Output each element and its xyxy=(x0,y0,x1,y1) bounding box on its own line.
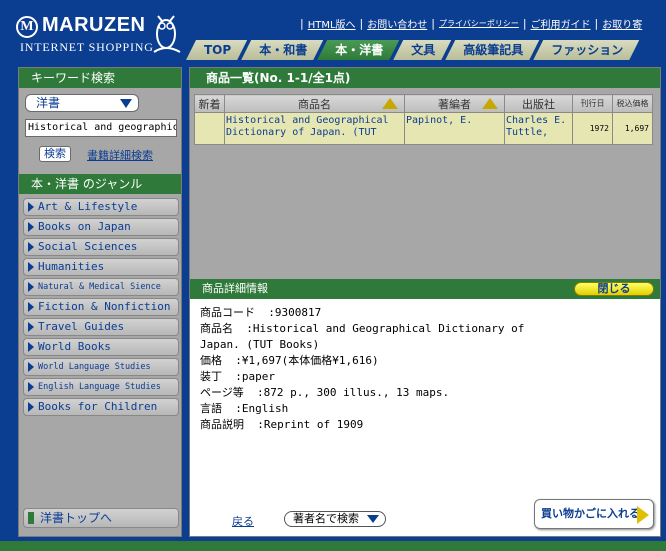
detail-body: 商品コード :9300817 商品名 :Historical and Geogr… xyxy=(200,305,650,433)
search-button[interactable]: 検索 xyxy=(39,146,71,162)
cell-publisher: Charles E. Tuttle, xyxy=(504,112,573,145)
category-select[interactable]: 洋書 xyxy=(25,94,139,112)
tab-fashion[interactable]: ファッション xyxy=(533,40,639,60)
owl-icon xyxy=(153,15,181,53)
list-title: 商品一覧(No. 1-1/全1点) xyxy=(190,68,660,88)
usage-guide-link[interactable]: ご利用ガイド xyxy=(531,16,591,31)
genre-item[interactable]: Social Sciences xyxy=(23,238,179,256)
genre-item[interactable]: World Language Studies xyxy=(23,358,179,376)
detail-line: 商品名 :Historical and Geographical Diction… xyxy=(200,322,525,335)
detail-title: 商品詳細情報 xyxy=(202,282,268,295)
add-to-cart-label: 買い物かごに入れる xyxy=(541,507,640,520)
close-button[interactable]: 閉じる xyxy=(574,282,654,296)
privacy-policy-link[interactable]: プライバシーポリシー xyxy=(439,18,519,29)
advanced-search-link[interactable]: 書籍詳細検索 xyxy=(87,147,153,163)
detail-line: 言語 :English xyxy=(200,402,289,415)
results-table: 新着 商品名 著編者 出版社 刊行日 税込価格 Historical and G… xyxy=(194,94,653,145)
maruzen-m-mark: M xyxy=(16,16,38,38)
col-author[interactable]: 著編者 xyxy=(404,94,505,113)
detail-line: 商品コード :9300817 xyxy=(200,306,322,319)
site-header: M MARUZEN INTERNET SHOPPING | HTML版へ | お… xyxy=(0,0,666,62)
chevron-down-icon xyxy=(367,515,379,523)
tab-foreign-books[interactable]: 本・洋書 xyxy=(317,40,399,60)
detail-line: Japan. (TUT Books) xyxy=(200,338,320,351)
tab-stationery[interactable]: 文具 xyxy=(393,40,451,60)
order-request-link[interactable]: お取り寄 xyxy=(602,16,642,31)
html-version-link[interactable]: HTML版へ xyxy=(308,16,356,31)
main-panel: 商品一覧(No. 1-1/全1点) 新着 商品名 著編者 出版社 刊行日 税込価… xyxy=(189,67,661,537)
genre-item[interactable]: Travel Guides xyxy=(23,318,179,336)
genre-item[interactable]: Humanities xyxy=(23,258,179,276)
col-new: 新着 xyxy=(194,94,225,113)
category-select-value: 洋書 xyxy=(36,96,61,110)
foreign-books-top-link[interactable]: 洋書トップへ xyxy=(23,508,179,528)
genre-item[interactable]: Books on Japan xyxy=(23,218,179,236)
detail-line: ページ等 :872 p., 300 illus., 13 maps. xyxy=(200,386,450,399)
chevron-down-icon xyxy=(120,99,132,108)
contact-link[interactable]: お問い合わせ xyxy=(367,16,427,31)
col-author-label: 著編者 xyxy=(438,97,471,111)
arrow-right-icon xyxy=(637,506,649,524)
keyword-input[interactable]: Historical and geographical xyxy=(25,119,177,137)
tab-luxury-pens[interactable]: 高級筆記具 xyxy=(445,40,539,60)
sort-triangle-icon[interactable] xyxy=(482,98,498,109)
add-to-cart-button[interactable]: 買い物かごに入れる xyxy=(534,499,654,529)
genre-item[interactable]: Books for Children xyxy=(23,398,179,416)
footer-bar xyxy=(0,541,666,551)
genre-item[interactable]: English Language Studies xyxy=(23,378,179,396)
col-name[interactable]: 商品名 xyxy=(224,94,405,113)
detail-line: 装丁 :paper xyxy=(200,370,275,383)
author-search-select[interactable]: 著者名で検索 xyxy=(284,511,386,527)
col-name-label: 商品名 xyxy=(298,97,331,111)
genre-item[interactable]: World Books xyxy=(23,338,179,356)
maruzen-logo[interactable]: M MARUZEN INTERNET SHOPPING xyxy=(14,8,184,58)
col-publisher: 出版社 xyxy=(504,94,573,113)
tab-japanese-books[interactable]: 本・和書 xyxy=(241,40,323,60)
cell-price: 1,697 xyxy=(612,112,653,145)
keyword-search-title: キーワード検索 xyxy=(19,68,181,88)
detail-panel: 商品詳細情報 閉じる 商品コード :9300817 商品名 :Historica… xyxy=(190,279,660,536)
author-search-label: 著者名で検索 xyxy=(293,512,359,525)
cell-date: 1972 xyxy=(572,112,613,145)
detail-line: 商品説明 :Reprint of 1909 xyxy=(200,418,364,431)
logo-subtitle: INTERNET SHOPPING xyxy=(20,40,154,54)
header-links: | HTML版へ | お問い合わせ | プライバシーポリシー | ご利用ガイド … xyxy=(300,16,643,31)
table-row[interactable]: Historical and Geographical Dictionary o… xyxy=(194,112,653,145)
col-date: 刊行日 xyxy=(572,94,613,113)
genre-list: Art & Lifestyle Books on Japan Social Sc… xyxy=(23,198,179,418)
tab-top[interactable]: TOP xyxy=(186,40,247,60)
detail-line: 価格 :¥1,697(本体価格¥1,616) xyxy=(200,354,379,367)
cell-author: Papinot, E. xyxy=(404,112,505,145)
cell-new xyxy=(194,112,225,145)
logo-brand: MARUZEN xyxy=(42,14,146,36)
back-link[interactable]: 戻る xyxy=(232,513,254,529)
genre-item[interactable]: Fiction & Nonfiction xyxy=(23,298,179,316)
detail-header: 商品詳細情報 閉じる xyxy=(190,279,660,299)
genre-title: 本・洋書 のジャンル xyxy=(19,174,181,194)
cell-name[interactable]: Historical and Geographical Dictionary o… xyxy=(224,112,405,145)
genre-item[interactable]: Natural & Medical Sience xyxy=(23,278,179,296)
category-tabs: TOP 本・和書 本・洋書 文具 高級筆記具 ファッション xyxy=(186,38,633,60)
sort-triangle-icon[interactable] xyxy=(382,98,398,109)
genre-item[interactable]: Art & Lifestyle xyxy=(23,198,179,216)
col-price: 税込価格 xyxy=(612,94,653,113)
sidebar: キーワード検索 洋書 Historical and geographical 検… xyxy=(18,67,182,537)
